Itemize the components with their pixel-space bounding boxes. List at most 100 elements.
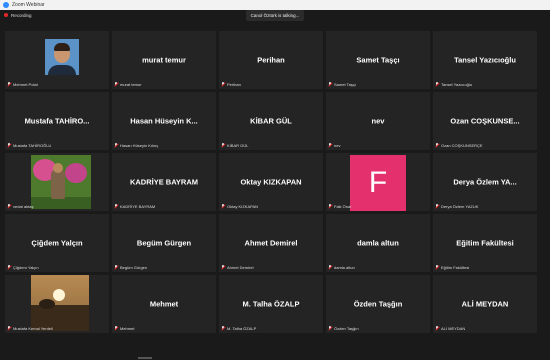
participant-name-label: Hasan Hüseyin Kılınç xyxy=(120,142,159,148)
participant-name-label: vedat aktaş xyxy=(13,203,34,209)
participant-name-label: Oktay KIZKAPAN xyxy=(227,203,259,209)
participant-display-name: M. Talha ÖZALP xyxy=(242,299,300,309)
participant-display-name: murat temur xyxy=(142,55,186,65)
participant-footer: Hasan Hüseyin Kılınç xyxy=(114,142,160,148)
participant-name-label: Mehmet xyxy=(120,325,135,331)
participant-footer: M. Talha ÖZALP xyxy=(221,325,258,331)
participant-name-label: Samet Taşçı xyxy=(334,81,356,87)
mic-muted-icon xyxy=(328,204,332,208)
participant-tile[interactable]: Mustafa TAHİRO... Mustafa TAHİROĞLU xyxy=(5,92,109,150)
participant-display-name: Derya Özlem YA... xyxy=(453,177,517,187)
participant-name-label: ALİ MEYDAN xyxy=(441,325,466,331)
participant-footer: Samet Taşçı xyxy=(328,81,358,87)
participant-display-name: Oktay KIZKAPAN xyxy=(240,177,302,187)
participant-video xyxy=(31,155,91,209)
participant-name-label: Faik Önal xyxy=(334,203,352,209)
mic-muted-icon xyxy=(435,82,439,86)
participant-tile[interactable]: M. Talha ÖZALP M. Talha ÖZALP xyxy=(219,275,323,333)
mic-muted-icon xyxy=(7,265,11,269)
participant-tile[interactable]: murat temur murat temur xyxy=(112,31,216,89)
mic-muted-icon xyxy=(7,143,11,147)
recording-dot-icon xyxy=(4,13,8,17)
mic-muted-icon xyxy=(328,265,332,269)
participant-name-label: Ozan COŞKUNSERÇE xyxy=(441,142,483,148)
participant-footer: Ahmet Demirel xyxy=(221,264,255,270)
participant-footer: nev xyxy=(328,142,342,148)
mic-muted-icon xyxy=(114,326,118,330)
mic-muted-icon xyxy=(221,82,225,86)
participant-tile[interactable]: Mustafa Kemal Yerdeli xyxy=(5,275,109,333)
mic-muted-icon xyxy=(7,82,11,86)
participant-name-label: Özden Taşğın xyxy=(334,325,359,331)
participant-tile[interactable]: KİBAR GÜL KİBAR GÜL xyxy=(219,92,323,150)
scrollbar[interactable] xyxy=(138,357,152,359)
participant-display-name: Eğitim Fakültesi xyxy=(456,238,514,248)
active-speaker-banner: Canol Öztürk is talking... xyxy=(246,10,304,21)
participant-tile[interactable]: Ozan COŞKUNSE... Ozan COŞKUNSERÇE xyxy=(433,92,537,150)
participant-footer: Mustafa Kemal Yerdeli xyxy=(7,325,55,331)
participant-footer: Derya Özlem YAZUK xyxy=(435,203,480,209)
participant-tile[interactable]: Samet Taşçı Samet Taşçı xyxy=(326,31,430,89)
mic-muted-icon xyxy=(221,143,225,147)
participant-footer: KİBAR GÜL xyxy=(221,142,250,148)
participant-footer: murat temur xyxy=(114,81,144,87)
participant-footer: Begüm Gürgen xyxy=(114,264,149,270)
participant-footer: vedat aktaş xyxy=(7,203,35,209)
participant-name-label: Çiğdem Yalçın xyxy=(13,264,39,270)
mic-muted-icon xyxy=(435,204,439,208)
participant-tile[interactable]: Ahmet Demirel Ahmet Demirel xyxy=(219,214,323,272)
participant-name-label: murat temur xyxy=(120,81,142,87)
participant-display-name: Ozan COŞKUNSE... xyxy=(450,116,520,126)
participant-display-name: KADRİYE BAYRAM xyxy=(129,177,199,187)
mic-muted-icon xyxy=(221,326,225,330)
participant-display-name: Hasan Hüseyin K... xyxy=(130,116,198,126)
participant-tile[interactable]: KADRİYE BAYRAM KADRİYE BAYRAM xyxy=(112,153,216,211)
mic-muted-icon xyxy=(114,265,118,269)
participant-footer: Çiğdem Yalçın xyxy=(7,264,41,270)
participant-display-name: Mustafa TAHİRO... xyxy=(24,116,90,126)
participant-display-name: damla altun xyxy=(357,238,399,248)
participant-name-label: Mustafa TAHİROĞLU xyxy=(13,142,52,148)
participant-name-label: Mustafa Kemal Yerdeli xyxy=(13,325,53,331)
participant-tile[interactable]: Hasan Hüseyin K... Hasan Hüseyin Kılınç xyxy=(112,92,216,150)
participant-display-name: Begüm Gürgen xyxy=(136,238,192,248)
mic-muted-icon xyxy=(7,326,11,330)
participant-tile[interactable]: ALİ MEYDAN ALİ MEYDAN xyxy=(433,275,537,333)
participant-display-name: Samet Taşçı xyxy=(356,55,400,65)
participant-footer: Tansel Yazıcıoğlu xyxy=(435,81,474,87)
mic-muted-icon xyxy=(114,143,118,147)
participant-tile[interactable]: damla altun damla altun xyxy=(326,214,430,272)
mic-muted-icon xyxy=(114,82,118,86)
participant-tile[interactable]: Derya Özlem YA... Derya Özlem YAZUK xyxy=(433,153,537,211)
participant-tile[interactable]: Mehmet Polat xyxy=(5,31,109,89)
mic-muted-icon xyxy=(435,143,439,147)
participant-name-label: M. Talha ÖZALP xyxy=(227,325,257,331)
participant-tile[interactable]: Perihan Perihan xyxy=(219,31,323,89)
participant-display-name: ALİ MEYDAN xyxy=(461,299,509,309)
mic-muted-icon xyxy=(328,82,332,86)
participant-tile[interactable]: Tansel Yazıcıoğlu Tansel Yazıcıoğlu xyxy=(433,31,537,89)
participant-footer: Perihan xyxy=(221,81,243,87)
participant-tile[interactable]: Mehmet Mehmet xyxy=(112,275,216,333)
participant-tile[interactable]: vedat aktaş xyxy=(5,153,109,211)
participant-name-label: Tansel Yazıcıoğlu xyxy=(441,81,472,87)
participant-display-name: Çiğdem Yalçın xyxy=(31,238,83,248)
participant-tile[interactable]: Özden Taşğın Özden Taşğın xyxy=(326,275,430,333)
participant-name-label: Eğitim Fakültesi xyxy=(441,264,470,270)
participant-tile[interactable]: Begüm Gürgen Begüm Gürgen xyxy=(112,214,216,272)
participant-display-name: KİBAR GÜL xyxy=(250,116,292,126)
participant-footer: Ozan COŞKUNSERÇE xyxy=(435,142,485,148)
participant-display-name: Ahmet Demirel xyxy=(244,238,298,248)
participant-tile[interactable]: Çiğdem Yalçın Çiğdem Yalçın xyxy=(5,214,109,272)
participant-tile[interactable]: Eğitim Fakültesi Eğitim Fakültesi xyxy=(433,214,537,272)
participant-footer: damla altun xyxy=(328,264,357,270)
participant-tile[interactable]: nev nev xyxy=(326,92,430,150)
mic-muted-icon xyxy=(221,265,225,269)
participant-video xyxy=(31,275,89,331)
participant-name-label: Mehmet Polat xyxy=(13,81,38,87)
mic-muted-icon xyxy=(114,204,118,208)
participant-footer: Mehmet Polat xyxy=(7,81,40,87)
participant-tile[interactable]: Oktay KIZKAPAN Oktay KIZKAPAN xyxy=(219,153,323,211)
participant-tile[interactable]: F Faik Önal xyxy=(326,153,430,211)
participant-footer: Eğitim Fakültesi xyxy=(435,264,471,270)
